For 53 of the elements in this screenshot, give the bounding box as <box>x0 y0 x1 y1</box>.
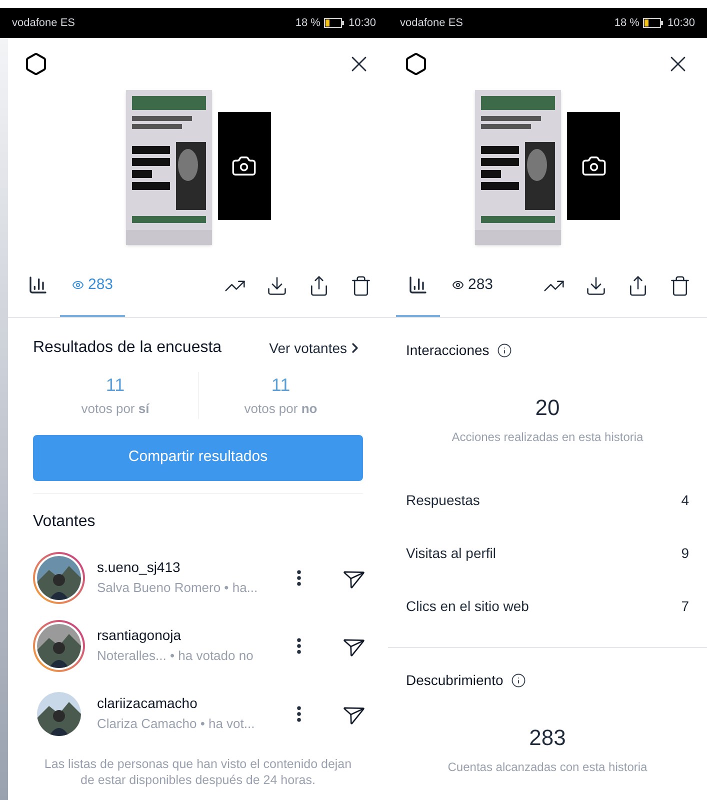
section-title: Interacciones <box>406 341 490 360</box>
username[interactable]: clariizacamacho <box>97 693 277 714</box>
trash-icon[interactable] <box>669 275 691 297</box>
section-title: Descubrimiento <box>406 671 504 690</box>
battery-icon <box>643 18 664 28</box>
vote-count: 11 <box>271 374 290 397</box>
settings-icon[interactable] <box>24 52 48 76</box>
clock-time: 10:30 <box>667 16 695 31</box>
bar-chart-icon <box>28 275 48 295</box>
battery-percent: 18 % <box>295 16 320 31</box>
total-count: 20 <box>535 394 560 422</box>
share-icon[interactable] <box>627 275 649 297</box>
add-story-tile[interactable] <box>218 112 270 220</box>
carrier-name: vodafone ES <box>12 16 75 31</box>
download-icon[interactable] <box>266 275 288 297</box>
vote-label: votos por sí <box>81 400 150 418</box>
story-ring[interactable] <box>33 552 85 604</box>
download-icon[interactable] <box>585 275 607 297</box>
metric-value: 4 <box>681 491 689 510</box>
views-tab[interactable]: 283 <box>440 255 506 317</box>
share-icon[interactable] <box>308 275 330 297</box>
carrier-name: vodafone ES <box>400 16 463 31</box>
battery-icon <box>324 18 344 28</box>
trash-icon[interactable] <box>350 275 372 297</box>
total-caption: Acciones realizadas en esta historia <box>452 429 644 446</box>
metric-label: Respuestas <box>406 491 480 510</box>
vote-count: 11 <box>106 374 125 397</box>
clock-time: 10:30 <box>348 16 376 31</box>
story-ring[interactable] <box>33 620 85 672</box>
metric-value: 9 <box>681 544 689 563</box>
info-icon[interactable] <box>497 343 512 358</box>
battery-percent: 18 % <box>614 16 640 31</box>
section-title: Votantes <box>33 512 96 532</box>
voter-subtitle: Clariza Camacho • ha vot... <box>97 715 256 734</box>
eye-icon <box>72 279 84 291</box>
total-caption: Cuentas alcanzadas con esta historia <box>448 759 648 776</box>
metric-label: Visitas al perfil <box>406 544 496 563</box>
vote-label: votos por no <box>244 400 318 418</box>
total-count: 283 <box>529 724 566 752</box>
info-icon[interactable] <box>511 673 526 688</box>
settings-icon[interactable] <box>404 52 428 76</box>
voter-subtitle: Noteralles... • ha votado no <box>97 647 254 666</box>
username[interactable]: s.ueno_sj413 <box>97 557 277 578</box>
footer-note: Las listas de personas que han visto el contenido dejan de estar disponibles después de 24 horas. <box>43 756 353 788</box>
voter-subtitle: Salva Bueno Romero • ha... <box>97 579 259 598</box>
username[interactable]: rsantiagonoja <box>97 625 277 646</box>
eye-icon <box>452 279 464 291</box>
section-title: Resultados de la encuesta <box>33 338 222 358</box>
bar-chart-icon <box>408 275 428 295</box>
add-story-tile[interactable] <box>567 112 620 220</box>
view-voters-link[interactable]: Ver votantes <box>269 338 363 358</box>
metric-label: Clics en el sitio web <box>406 597 529 616</box>
metric-value: 7 <box>681 597 689 616</box>
